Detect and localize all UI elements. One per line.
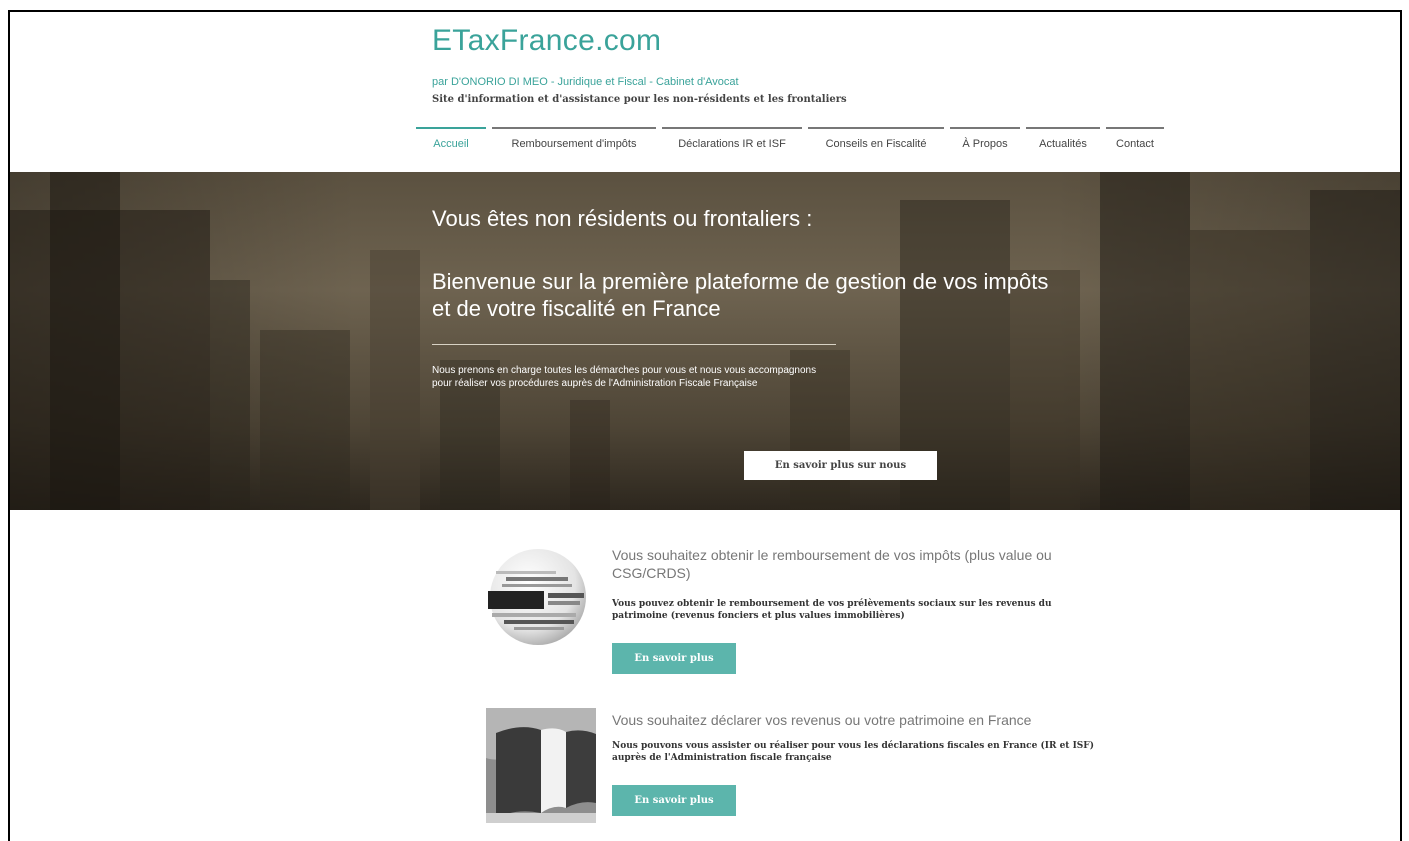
csg-word-cloud-image [484,547,592,647]
hero-title: Vous êtes non résidents ou frontaliers : [432,206,813,231]
nav-item-conseils[interactable]: Conseils en Fiscalité [808,127,944,157]
service-title-declarations: Vous souhaitez déclarer vos revenus ou v… [612,712,1032,728]
main-nav: Accueil Remboursement d'impôts Déclarati… [416,127,1164,157]
service-text-declarations: Nous pouvons vous assister ou réaliser p… [612,741,1094,763]
hero-divider [432,344,836,345]
frame-right-border [1400,10,1402,841]
nav-item-actualites[interactable]: Actualités [1026,127,1100,157]
site-logo[interactable]: ETaxFrance.com [432,24,661,58]
site-tagline: par D'ONORIO DI MEO - Juridique et Fisca… [432,76,739,88]
hero-description: Nous prenons en charge toutes les démarc… [432,365,817,389]
nav-item-declarations[interactable]: Déclarations IR et ISF [662,127,802,157]
nav-item-a-propos[interactable]: À Propos [950,127,1020,157]
about-us-button[interactable]: En savoir plus sur nous [744,451,937,480]
hero-heading: Bienvenue sur la première plateforme de … [432,269,1049,321]
learn-more-declarations-button[interactable]: En savoir plus [612,785,736,816]
nav-item-remboursement[interactable]: Remboursement d'impôts [492,127,656,157]
nav-item-contact[interactable]: Contact [1106,127,1164,157]
french-flag-image [486,708,596,823]
nav-item-accueil[interactable]: Accueil [416,127,486,157]
hero-banner: Vous êtes non résidents ou frontaliers :… [10,172,1400,510]
learn-more-refund-button[interactable]: En savoir plus [612,643,736,674]
service-text-refund: Vous pouvez obtenir le remboursement de … [612,599,1052,621]
site-subtitle: Site d'information et d'assistance pour … [432,94,847,105]
service-title-refund: Vous souhaitez obtenir le remboursement … [612,547,1052,581]
